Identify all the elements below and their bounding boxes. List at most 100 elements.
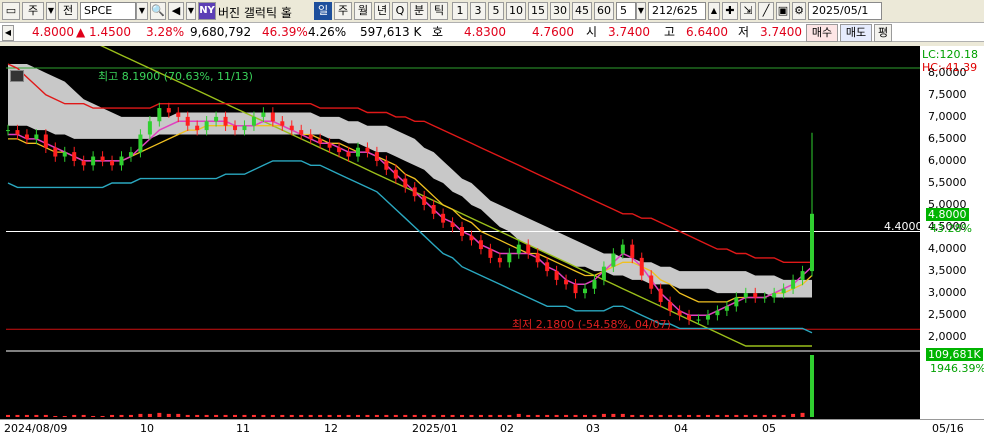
market-tab[interactable]: 주 (22, 2, 44, 20)
interval-15[interactable]: 15 (528, 2, 548, 20)
volume-bar (214, 414, 219, 417)
trade-amount: 597,613 K (360, 25, 422, 39)
price-tick-label: 4,0000 (928, 242, 967, 256)
stock-name: 버진 갤럭틱 홀 (218, 6, 292, 20)
volume-bar (441, 414, 446, 417)
candle-body (166, 108, 171, 113)
interval-1[interactable]: 1 (452, 2, 468, 20)
period-select[interactable]: 전 (58, 2, 78, 20)
eval-button[interactable]: 평 (874, 24, 892, 42)
gear-icon[interactable]: ⚙ (792, 2, 806, 20)
volume-bar (762, 414, 767, 417)
candle-body (677, 310, 682, 316)
high-price: 6.6400 (686, 25, 728, 39)
current-price: 4.8000 (32, 25, 74, 39)
volume-bar (299, 414, 304, 417)
price-tick-label: 6,5000 (928, 131, 967, 145)
date-tick-label: 11 (236, 422, 250, 435)
ask-price: 4.8300 (464, 25, 506, 39)
interval-45[interactable]: 45 (572, 2, 592, 20)
candle-body (337, 147, 342, 153)
interval-5[interactable]: 5 (488, 2, 504, 20)
candle-body (743, 293, 748, 298)
symbol-input[interactable]: SPCE (80, 2, 136, 20)
speaker-icon[interactable]: ◀ (168, 2, 184, 20)
volume-bar (564, 414, 569, 417)
candle-body (34, 134, 39, 139)
candle-body (564, 279, 569, 285)
interval-30[interactable]: 30 (550, 2, 570, 20)
quote-label: 호 (432, 25, 444, 39)
market-dropdown-icon[interactable]: ▼ (46, 2, 56, 20)
crosshair-icon[interactable]: ✚ (722, 2, 738, 20)
buy-button[interactable]: 매수 (806, 24, 838, 42)
bid-price: 4.7600 (532, 25, 574, 39)
grid-toggle-icon[interactable] (10, 70, 24, 82)
volume-bar (346, 414, 351, 417)
candle-body (251, 116, 256, 126)
volume-bar (715, 414, 720, 417)
volume-bar (270, 414, 275, 417)
period-day[interactable]: 일 (314, 2, 332, 20)
candle-body (791, 279, 796, 289)
draw-line-icon[interactable]: ╱ (758, 2, 774, 20)
counter-spin-icon[interactable]: ▲ (708, 2, 720, 20)
price-bar-toggle-icon[interactable]: ◀ (2, 25, 14, 41)
volume-bar (308, 414, 313, 417)
volume-bar (507, 414, 512, 417)
interval-input[interactable]: 5 (616, 2, 636, 20)
candle-body (441, 213, 446, 223)
date-tick-label: 2024/08/09 (4, 422, 68, 435)
candle-body (384, 160, 389, 170)
period-month[interactable]: 월 (354, 2, 372, 20)
volume-bar (223, 414, 228, 417)
interval-3[interactable]: 3 (470, 2, 486, 20)
period-week[interactable]: 주 (334, 2, 352, 20)
period-minute[interactable]: 분 (410, 2, 428, 20)
price-tag: 4.8000 (926, 208, 969, 221)
toolbar: ▭ 주 ▼ 전 SPCE ▼ 🔍 ◀ ▼ NY 버진 갤럭틱 홀 일 주 월 년… (0, 0, 984, 22)
volume-bar (43, 414, 48, 417)
high-label: 고 (664, 25, 676, 39)
period-year[interactable]: 년 (374, 2, 390, 20)
candle-body (393, 169, 398, 179)
interval-10[interactable]: 10 (506, 2, 526, 20)
candle-body (800, 271, 805, 280)
candle-body (176, 112, 181, 117)
period-tick[interactable]: 틱 (430, 2, 448, 20)
price-chart (6, 1, 920, 417)
volume-bar (384, 414, 389, 417)
save-icon[interactable]: ▣ (776, 2, 790, 20)
price-tick-label: 6,0000 (928, 153, 967, 167)
candle-body (469, 235, 474, 241)
volume-pct-tag: 1946.39% (930, 362, 984, 375)
candle-body (119, 156, 124, 166)
window-menu-icon[interactable]: ▭ (2, 2, 20, 20)
volume-bar (630, 414, 635, 417)
volume-tag: 109,681K (926, 348, 983, 361)
volume-bar (318, 414, 323, 417)
candle-body (289, 125, 294, 131)
search-icon[interactable]: 🔍 (150, 2, 166, 20)
volume-bar (355, 414, 360, 417)
date-axis: 2024/08/09 10 11 12 2025/01 02 03 04 05 05/16 (0, 419, 984, 439)
date-input[interactable]: 2025/05/1 (808, 2, 882, 20)
volume-bar (233, 414, 238, 417)
date-tick-label: 03 (586, 422, 600, 435)
volume-bar (734, 414, 739, 417)
candle-body (554, 271, 559, 280)
price-change-pct: 3.28% (146, 25, 185, 39)
candle-body (346, 152, 351, 157)
price-tick-label: 3,0000 (928, 286, 967, 300)
volume-bar (649, 414, 654, 417)
zoom-icon[interactable]: ⇲ (740, 2, 756, 20)
sell-button[interactable]: 매도 (840, 24, 872, 42)
volume-bar (772, 414, 777, 417)
period-quarter[interactable]: Q (392, 2, 408, 20)
interval-dropdown-icon[interactable]: ▼ (636, 2, 646, 20)
candle-body (280, 121, 285, 126)
volume-bar (261, 414, 266, 417)
interval-60[interactable]: 60 (594, 2, 614, 20)
speaker-dropdown-icon[interactable]: ▼ (186, 2, 196, 20)
symbol-dropdown-icon[interactable]: ▼ (136, 2, 148, 20)
